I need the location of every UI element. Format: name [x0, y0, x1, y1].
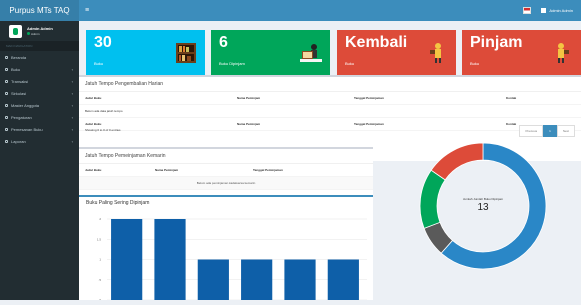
bar[interactable] — [197, 259, 229, 301]
cart-icon — [5, 127, 8, 131]
user-status: Admin — [27, 32, 53, 37]
sidebar-item-transaksi[interactable]: Transaksi ‹ — [0, 75, 79, 87]
reader-icon — [300, 44, 322, 62]
nav-header: MAIN NAVIGATION — [0, 41, 79, 51]
avatar[interactable] — [541, 8, 547, 13]
y-tick-label: 1 — [99, 258, 101, 262]
empty-message: Belum ada peminjaman kadaluarsa kemarin — [196, 181, 256, 185]
table-row: Belum ada peminjaman kadaluarsa kemarin — [79, 177, 373, 190]
online-status-icon — [27, 32, 30, 36]
infobox-number: Pinjam — [470, 34, 523, 51]
menu-toggle-icon[interactable]: ≡ — [85, 7, 89, 14]
column-header[interactable]: Tanggal Peminjaman — [348, 96, 500, 100]
column-header[interactable]: Judul Buku — [79, 168, 149, 172]
top-navbar: ≡ Admin Admin — [79, 0, 581, 21]
table-info: Showing 0 to 0 of 0 entries — [85, 128, 121, 132]
sidebar-item-label: Buku — [11, 66, 21, 72]
y-tick-label: 2 — [99, 217, 101, 221]
column-footer: Tanggal Peminjaman — [354, 122, 384, 126]
chevron-left-icon: ‹ — [71, 90, 73, 96]
page-1-button[interactable]: 1 — [543, 125, 557, 137]
panel-title: Jatuh Tempo Pemeinjaman Kemarin — [79, 149, 373, 164]
infobox-label: Buku — [345, 61, 355, 66]
chart-title: Buku Paling Sering Dipinjam — [86, 200, 150, 206]
chevron-left-icon: ‹ — [71, 66, 73, 72]
most-borrowed-chart: Buku Paling Sering Dipinjam 2 1.5 1.5 0 — [79, 195, 373, 302]
panel-title: Jatuh Tempo Pengembalian Harian — [79, 77, 581, 92]
chevron-left-icon: ‹ — [71, 78, 73, 84]
bar[interactable] — [154, 219, 186, 300]
exchange-icon — [5, 79, 8, 83]
table-header-row: Judul Buku Nama Peminjam Tanggal Peminja… — [79, 92, 581, 105]
report-icon — [5, 139, 8, 143]
column-footer: Judul Buku — [85, 122, 102, 126]
table-header-row: Judul Buku Nama Peminjam Tanggal Peminja… — [79, 164, 373, 177]
users-icon — [5, 103, 8, 107]
bar-chart-svg: 21.51.50 — [97, 217, 367, 302]
donut-slice[interactable] — [430, 142, 484, 181]
infobox-label: Buku Dipinjam — [219, 61, 245, 66]
y-tick-label: .5 — [98, 278, 101, 282]
user-panel: Admin Admin Admin — [0, 21, 79, 41]
sidebar-item-label: Laporan — [11, 138, 26, 144]
sidebar-item-laporan[interactable]: Laporan ‹ — [0, 135, 79, 147]
return-icon — [430, 43, 441, 63]
infobox-label: Buku — [94, 61, 104, 66]
table-footer-row: Judul Buku Nama Peminjam Tanggal Peminja… — [79, 118, 581, 131]
sidebar-item-label: Master Anggota — [11, 102, 40, 108]
sidebar-item-label: Sirkulasi — [11, 90, 27, 96]
sidebar-item-label: Transaksi — [11, 78, 29, 84]
sidebar: Purpus MTs TAQ Admin Admin Admin MAIN NA… — [0, 0, 79, 300]
column-header[interactable]: Nama Peminjam — [149, 168, 247, 172]
next-page-button[interactable]: Next — [556, 125, 575, 137]
infobox-number: 6 — [219, 34, 228, 51]
chevron-left-icon: ‹ — [71, 126, 73, 132]
empty-message: Belum ada data jatuh tempo — [85, 109, 123, 113]
chevron-left-icon: ‹ — [71, 102, 73, 108]
sidebar-item-label: Pemesanan Buku — [11, 126, 43, 132]
bar[interactable] — [241, 259, 273, 301]
chevron-left-icon: ‹ — [71, 114, 73, 120]
sidebar-item-pengaturan[interactable]: Pengaturan ‹ — [0, 111, 79, 123]
previous-page-button[interactable]: Previous — [519, 125, 544, 137]
sidebar-item-pemesanan-buku[interactable]: Pemesanan Buku ‹ — [0, 123, 79, 135]
donut-center-label: Jumlah Jumlah Buku Dipinjam — [462, 197, 504, 201]
donut-chart-svg — [419, 142, 547, 270]
chevron-left-icon: ‹ — [71, 138, 73, 144]
home-icon — [5, 55, 8, 59]
avatar — [9, 24, 22, 38]
language-flag-icon[interactable] — [523, 7, 532, 14]
column-header[interactable]: Tanggal Peminjaman — [247, 168, 289, 172]
sidebar-item-beranda[interactable]: Beranda — [0, 51, 79, 63]
pagination: Previous 1 Next — [519, 125, 575, 137]
donut-center-value: 13 — [477, 202, 489, 213]
table-row: Belum ada data jatuh tempo — [79, 105, 581, 118]
bar[interactable] — [111, 219, 143, 300]
bar[interactable] — [284, 259, 316, 301]
refresh-icon — [5, 91, 8, 95]
column-footer: Nama Peminjam — [237, 122, 261, 126]
book-icon — [5, 67, 8, 71]
column-header[interactable]: Kontak — [500, 96, 522, 100]
borrowed-donut-chart: Jumlah Jumlah Buku Dipinjam 13 — [373, 142, 581, 300]
bookshelf-icon — [176, 43, 196, 63]
app-title[interactable]: Purpus MTs TAQ — [0, 0, 79, 21]
sidebar-item-label: Pengaturan — [11, 114, 32, 120]
sidebar-item-buku[interactable]: Buku ‹ — [0, 63, 79, 75]
borrow-icon — [558, 43, 569, 63]
y-tick-label: 1.5 — [97, 237, 102, 241]
infobox-label: Buku — [470, 61, 480, 66]
sidebar-item-master-anggota[interactable]: Master Anggota ‹ — [0, 99, 79, 111]
infobox-number: Kembali — [345, 34, 408, 51]
user-menu[interactable]: Admin Admin — [549, 8, 573, 13]
infobox-number: 30 — [94, 34, 112, 51]
column-header[interactable]: Judul Buku — [79, 96, 231, 100]
gear-icon — [5, 115, 8, 119]
donut-slice[interactable] — [419, 169, 446, 229]
bar[interactable] — [327, 259, 359, 301]
column-header[interactable]: Nama Peminjam — [231, 96, 348, 100]
user-status-text: Admin — [31, 31, 40, 36]
sidebar-item-label: Beranda — [11, 54, 27, 60]
sidebar-item-sirkulasi[interactable]: Sirkulasi ‹ — [0, 87, 79, 99]
